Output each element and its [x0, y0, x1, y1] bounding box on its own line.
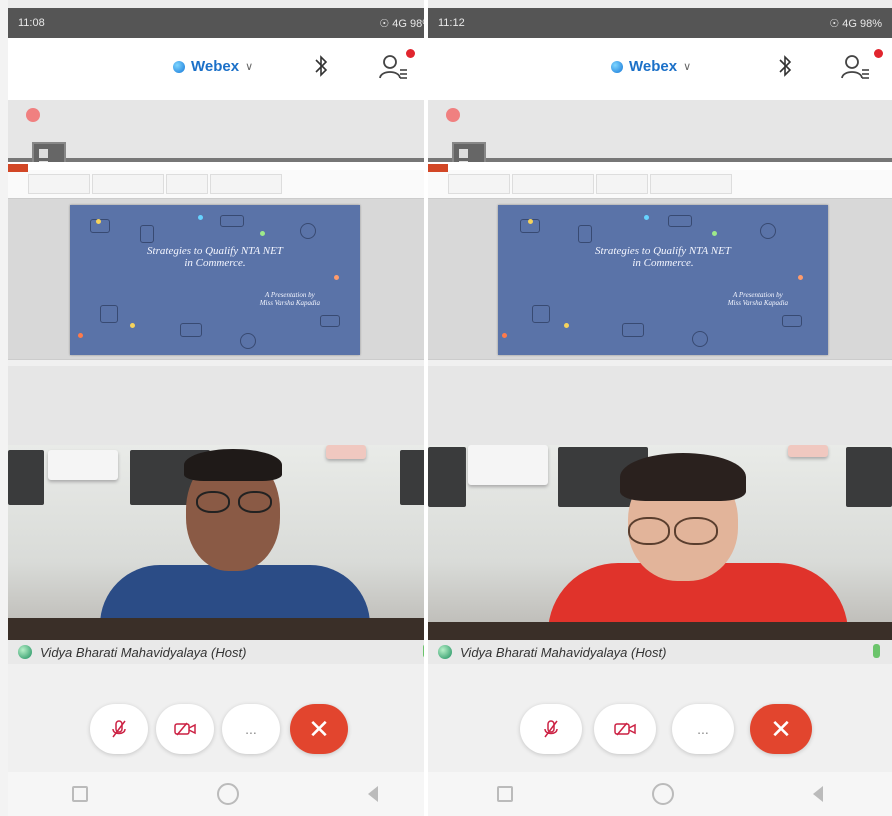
- participant-name: Vidya Bharati Mahavidyalaya (Host): [40, 644, 247, 660]
- close-icon: ✕: [308, 713, 330, 744]
- back-nav-icon[interactable]: [812, 786, 823, 802]
- recording-indicator: [446, 108, 460, 122]
- recents-nav-icon[interactable]: [72, 786, 89, 802]
- webex-brand-menu[interactable]: Webex ∨: [611, 58, 691, 75]
- slide-presenter-line1: A Presentation by: [264, 291, 315, 299]
- slide-presenter-line2: Miss Varsha Kapadia: [727, 299, 788, 307]
- status-time: 11:12: [438, 17, 465, 29]
- webex-logo-icon: [173, 60, 185, 73]
- end-call-button[interactable]: ✕: [750, 704, 812, 754]
- presentation-slide: Strategies to Qualify NTA NET in Commerc…: [498, 205, 828, 355]
- notification-badge: [406, 49, 415, 58]
- slide-title-line1: Strategies to Qualify NTA NET: [595, 245, 731, 257]
- video-off-icon: [174, 722, 196, 736]
- bluetooth-icon[interactable]: [314, 54, 328, 78]
- mic-level-icon: [873, 644, 880, 658]
- participant-name: Vidya Bharati Mahavidyalaya (Host): [460, 644, 667, 660]
- status-bar: 11:08 ☉ 4G 98%: [8, 8, 442, 38]
- more-options-button[interactable]: ...: [672, 704, 734, 754]
- participant-name-bar: Vidya Bharati Mahavidyalaya (Host): [8, 640, 442, 664]
- recents-nav-icon[interactable]: [497, 786, 514, 802]
- android-nav-bar: [8, 772, 442, 816]
- video-off-icon: [614, 722, 636, 736]
- close-icon: ✕: [770, 713, 792, 744]
- video-button[interactable]: [156, 704, 214, 754]
- participants-icon[interactable]: [378, 52, 408, 82]
- powerpoint-ribbon: [8, 162, 442, 199]
- more-label: ...: [245, 721, 257, 737]
- shared-content-stage: Strategies to Qualify NTA NET in Commerc…: [428, 100, 892, 445]
- slide-viewport: Strategies to Qualify NTA NET in Commerc…: [8, 199, 442, 359]
- powerpoint-status-strip: [8, 359, 442, 366]
- app-header: Webex ∨: [8, 38, 442, 100]
- host-avatar-icon: [438, 645, 452, 659]
- back-nav-icon[interactable]: [367, 786, 378, 802]
- end-call-button[interactable]: ✕: [290, 704, 348, 754]
- presentation-slide: Strategies to Qualify NTA NET in Commerc…: [70, 205, 360, 355]
- mute-button[interactable]: [520, 704, 582, 754]
- bluetooth-icon[interactable]: [778, 54, 792, 78]
- brand-label: Webex: [191, 58, 240, 75]
- home-nav-icon[interactable]: [651, 783, 674, 805]
- mute-button[interactable]: [90, 704, 148, 754]
- slide-title: Strategies to Qualify NTA NET in Commerc…: [498, 245, 828, 269]
- home-nav-icon[interactable]: [216, 783, 239, 805]
- brand-label: Webex: [629, 58, 678, 75]
- webex-logo-icon: [611, 60, 623, 73]
- slide-presenter: A Presentation by Miss Varsha Kapadia: [260, 291, 320, 307]
- android-nav-bar: [428, 772, 892, 816]
- participant-name-bar: Vidya Bharati Mahavidyalaya (Host): [428, 640, 892, 664]
- call-controls: ... ✕: [428, 664, 892, 772]
- status-indicators: ☉ 4G 98%: [829, 17, 882, 30]
- slide-title-line2: in Commerce.: [184, 257, 246, 269]
- notification-badge: [874, 49, 883, 58]
- host-avatar-icon: [18, 645, 32, 659]
- call-controls: ... ✕: [8, 664, 442, 772]
- slide-title-line1: Strategies to Qualify NTA NET: [147, 245, 283, 257]
- powerpoint-ribbon: [428, 162, 892, 199]
- shared-content-stage: Strategies to Qualify NTA NET in Commerc…: [8, 100, 442, 445]
- app-header: Webex ∨: [428, 38, 892, 100]
- slide-presenter-line1: A Presentation by: [732, 291, 783, 299]
- webex-brand-menu[interactable]: Webex ∨: [173, 58, 253, 75]
- slide-title: Strategies to Qualify NTA NET in Commerc…: [70, 245, 360, 269]
- recording-indicator: [26, 108, 40, 122]
- more-options-button[interactable]: ...: [222, 704, 280, 754]
- mic-off-icon: [112, 720, 126, 738]
- participants-icon[interactable]: [840, 52, 870, 82]
- video-button[interactable]: [594, 704, 656, 754]
- chevron-down-icon: ∨: [245, 61, 254, 73]
- left-phone-screen: 11:08 ☉ 4G 98% Webex ∨ Strategies to Qua…: [8, 0, 442, 816]
- status-time: 11:08: [18, 17, 45, 29]
- participant-video[interactable]: [8, 445, 442, 640]
- mic-off-icon: [544, 720, 558, 738]
- slide-viewport: Strategies to Qualify NTA NET in Commerc…: [428, 199, 892, 359]
- powerpoint-status-strip: [428, 359, 892, 366]
- more-label: ...: [697, 721, 709, 737]
- slide-presenter: A Presentation by Miss Varsha Kapadia: [728, 291, 788, 307]
- chevron-down-icon: ∨: [683, 61, 692, 73]
- status-bar: 11:12 ☉ 4G 98%: [428, 8, 892, 38]
- slide-presenter-line2: Miss Varsha Kapadia: [259, 299, 320, 307]
- right-phone-screen: 11:12 ☉ 4G 98% Webex ∨ Strategies to Qua…: [428, 0, 892, 816]
- participant-video[interactable]: [428, 445, 892, 640]
- slide-title-line2: in Commerce.: [632, 257, 694, 269]
